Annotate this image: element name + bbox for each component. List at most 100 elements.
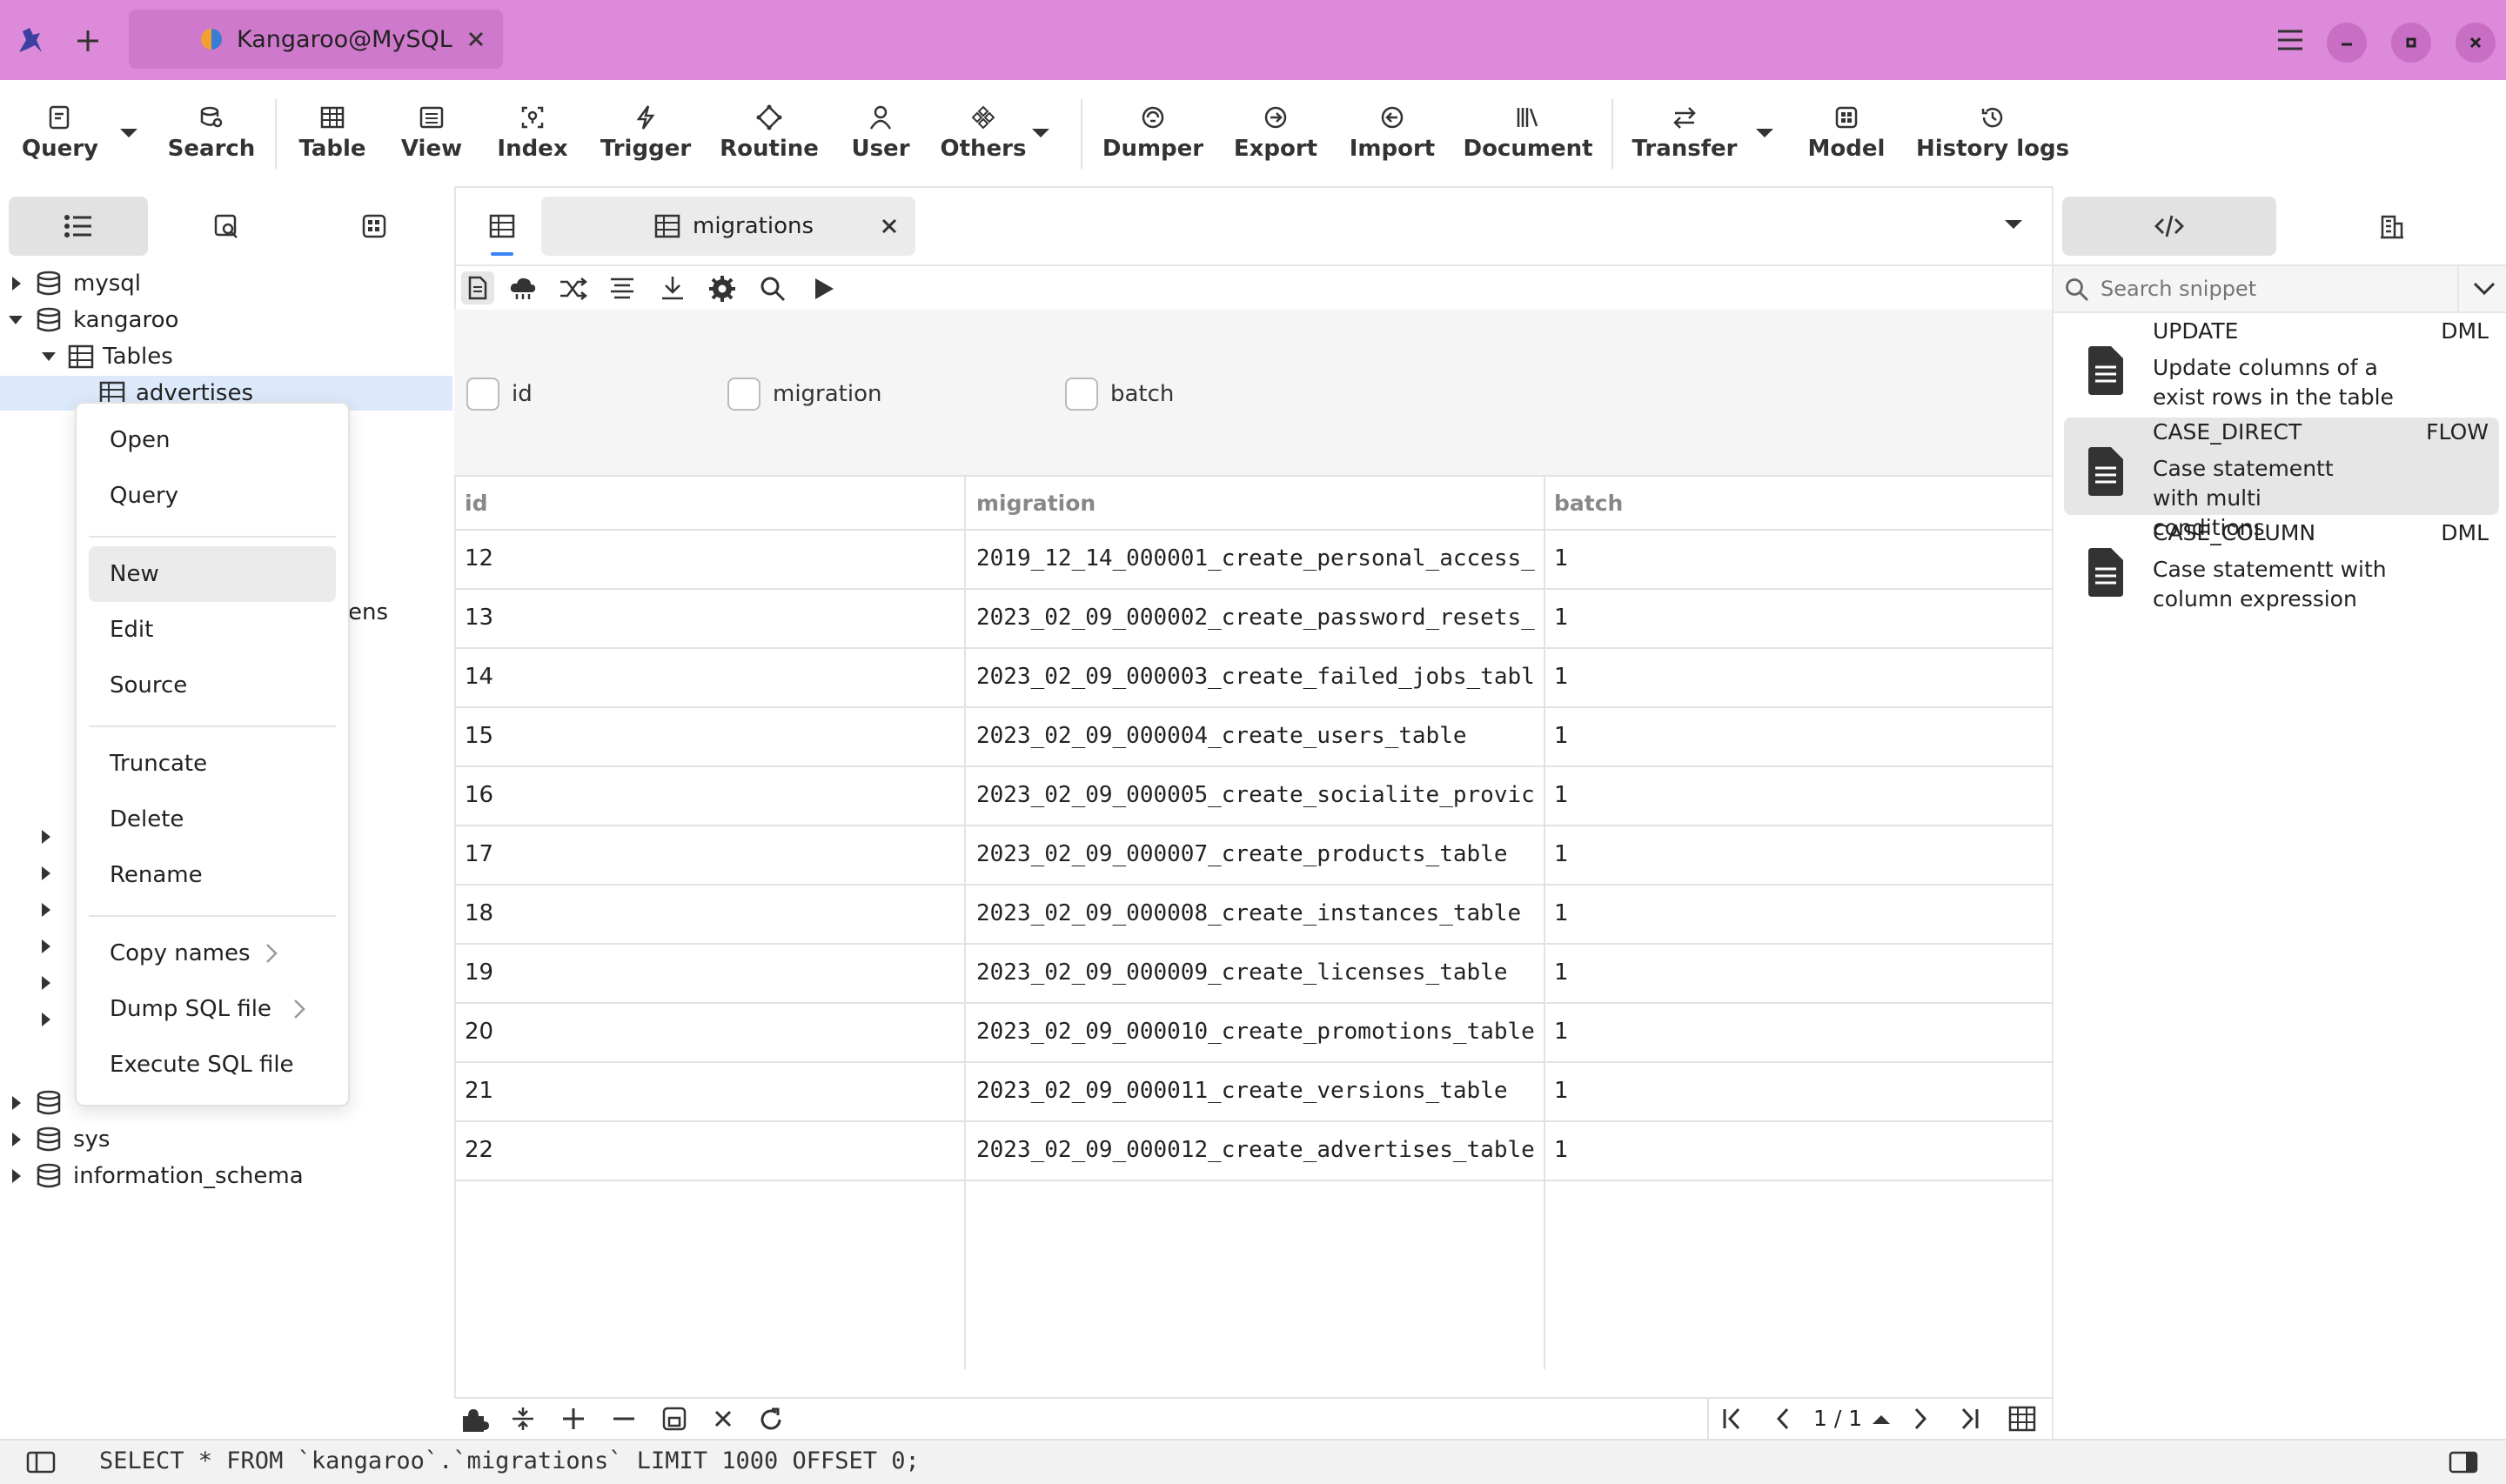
toolbar-transfer-button[interactable]: Transfer — [1632, 80, 1738, 186]
toolbar-dumper-button[interactable]: Dumper — [1102, 80, 1203, 186]
sidebar-tab-grid[interactable] — [305, 197, 444, 256]
cell-batch[interactable]: 1 — [1554, 1120, 1989, 1180]
table-row[interactable]: 21 2023_02_09_000011_create_versions_tabl… — [454, 1061, 2052, 1122]
table-row[interactable]: 17 2023_02_09_000007_create_products_tabl… — [454, 825, 2052, 886]
minimize-button[interactable] — [2327, 23, 2367, 63]
page-up-icon[interactable] — [1871, 1413, 1892, 1429]
table-row[interactable]: 20 2023_02_09_000010_create_promotions_ta… — [454, 1002, 2052, 1063]
menu-item-new[interactable]: New — [89, 546, 336, 602]
grid-view-icon[interactable] — [2008, 1406, 2036, 1435]
menu-item-source[interactable]: Source — [89, 658, 336, 713]
close-tab-icon[interactable] — [466, 30, 486, 49]
cell-id[interactable]: 17 — [465, 825, 952, 884]
toolbar-routine-button[interactable]: Routine — [720, 80, 819, 186]
transfer-dropdown-button[interactable] — [1747, 80, 1782, 186]
last-page-icon[interactable] — [1956, 1406, 1982, 1435]
first-page-icon[interactable] — [1719, 1406, 1745, 1435]
sidebar-tab-tree[interactable] — [9, 197, 148, 256]
table-row[interactable]: 15 2023_02_09_000004_create_users_table 1 — [454, 706, 2052, 767]
snippet-item-update[interactable]: UPDATE DML Update columns of a exist row… — [2064, 317, 2499, 414]
table-row[interactable]: 19 2023_02_09_000009_create_licenses_tabl… — [454, 943, 2052, 1004]
cell-migration[interactable]: 2023_02_09_000008_create_instances_table — [976, 884, 1535, 943]
add-row-icon[interactable] — [560, 1406, 586, 1435]
cell-id[interactable]: 18 — [465, 884, 952, 943]
cloud-icon[interactable] — [508, 275, 538, 304]
table-row[interactable]: 18 2023_02_09_000008_create_instances_tab… — [454, 884, 2052, 945]
cell-migration[interactable]: 2023_02_09_000012_create_advertises_tabl… — [976, 1120, 1535, 1180]
toolbar-document-button[interactable]: Document — [1463, 80, 1593, 186]
toolbar-model-button[interactable]: Model — [1801, 80, 1892, 186]
snippets-tab[interactable] — [2062, 197, 2276, 256]
cell-batch[interactable]: 1 — [1554, 588, 1989, 647]
filter-migration-checkbox[interactable]: migration — [727, 378, 881, 411]
cell-batch[interactable]: 1 — [1554, 529, 1989, 588]
menu-item-edit[interactable]: Edit — [89, 602, 336, 658]
tree-item-sys[interactable]: sys — [0, 1122, 452, 1157]
cell-batch[interactable]: 1 — [1554, 884, 1989, 943]
data-tab-icon[interactable] — [461, 271, 494, 304]
menu-item-truncate[interactable]: Truncate — [89, 736, 336, 792]
toolbar-history-button[interactable]: History logs — [1916, 80, 2069, 186]
cell-id[interactable]: 19 — [465, 943, 952, 1002]
download-icon[interactable] — [660, 275, 686, 304]
toggle-right-panel-icon[interactable] — [2449, 1451, 2478, 1477]
toolbar-export-button[interactable]: Export — [1230, 80, 1321, 186]
cell-migration[interactable]: 2023_02_09_000007_create_products_table — [976, 825, 1535, 884]
cell-batch[interactable]: 1 — [1554, 1061, 1989, 1120]
cell-batch[interactable]: 1 — [1554, 1002, 1989, 1061]
filter-id-checkbox[interactable]: id — [466, 378, 533, 411]
remove-row-icon[interactable] — [611, 1406, 637, 1435]
toolbar-query-button[interactable]: Query — [16, 80, 104, 186]
close-window-button[interactable] — [2456, 23, 2496, 63]
toggle-sidebar-icon[interactable] — [26, 1451, 56, 1477]
cell-batch[interactable]: 1 — [1554, 943, 1989, 1002]
column-header-batch[interactable]: batch — [1554, 477, 1989, 529]
toolbar-index-button[interactable]: Index — [489, 80, 576, 186]
run-icon[interactable] — [813, 277, 835, 304]
cell-migration[interactable]: 2023_02_09_000004_create_users_table — [976, 706, 1535, 765]
toolbar-search-button[interactable]: Search — [165, 80, 258, 186]
query-dropdown-button[interactable] — [111, 80, 146, 186]
cell-id[interactable]: 15 — [465, 706, 952, 765]
cell-id[interactable]: 12 — [465, 529, 952, 588]
next-page-icon[interactable] — [1907, 1406, 1933, 1435]
checkbox-box[interactable] — [727, 378, 761, 411]
toolbar-view-button[interactable]: View — [388, 80, 475, 186]
new-tab-icon[interactable] — [70, 23, 106, 59]
migrations-tab[interactable]: migrations — [541, 197, 915, 256]
table-row[interactable]: 14 2023_02_09_000003_create_failed_jobs_t… — [454, 647, 2052, 708]
menu-item-copy-names[interactable]: Copy names — [89, 926, 336, 981]
toolbar-user-button[interactable]: User — [839, 80, 922, 186]
cell-migration[interactable]: 2023_02_09_000009_create_licenses_table — [976, 943, 1535, 1002]
cell-id[interactable]: 16 — [465, 765, 952, 825]
search-icon[interactable] — [759, 275, 787, 306]
cell-id[interactable]: 20 — [465, 1002, 952, 1061]
discard-icon[interactable] — [712, 1407, 734, 1434]
cell-batch[interactable]: 1 — [1554, 647, 1989, 706]
cell-migration[interactable]: 2019_12_14_000001_create_personal_access… — [976, 529, 1535, 588]
tabs-dropdown-icon[interactable] — [2003, 217, 2024, 234]
maximize-button[interactable] — [2391, 23, 2431, 63]
column-header-id[interactable]: id — [465, 477, 935, 529]
menu-item-dump-sql-file[interactable]: Dump SQL file — [89, 981, 336, 1037]
align-icon[interactable] — [609, 277, 635, 304]
cell-migration[interactable]: 2023_02_09_000010_create_promotions_tabl… — [976, 1002, 1535, 1061]
collapse-rows-icon[interactable] — [510, 1406, 536, 1435]
cell-id[interactable]: 13 — [465, 588, 952, 647]
cell-migration[interactable]: 2023_02_09_000005_create_socialite_provi… — [976, 765, 1535, 825]
toolbar-trigger-button[interactable]: Trigger — [600, 80, 691, 186]
menu-item-query[interactable]: Query — [89, 468, 336, 524]
snippet-item-case-column[interactable]: CASE_COLUMN DML Case statementt with col… — [2064, 518, 2499, 616]
cell-migration[interactable]: 2023_02_09_000002_create_password_resets… — [976, 588, 1535, 647]
cell-id[interactable]: 22 — [465, 1120, 952, 1180]
menu-item-rename[interactable]: Rename — [89, 847, 336, 903]
cell-batch[interactable]: 1 — [1554, 706, 1989, 765]
toolbar-import-button[interactable]: Import — [1347, 80, 1437, 186]
settings-icon[interactable] — [708, 275, 736, 306]
checkbox-box[interactable] — [466, 378, 499, 411]
cell-batch[interactable]: 1 — [1554, 765, 1989, 825]
filter-batch-checkbox[interactable]: batch — [1065, 378, 1174, 411]
menu-item-execute-sql-file[interactable]: Execute SQL file — [89, 1037, 336, 1093]
tree-item-tables[interactable]: Tables — [0, 339, 452, 374]
table-row[interactable]: 16 2023_02_09_000005_create_socialite_pro… — [454, 765, 2052, 826]
